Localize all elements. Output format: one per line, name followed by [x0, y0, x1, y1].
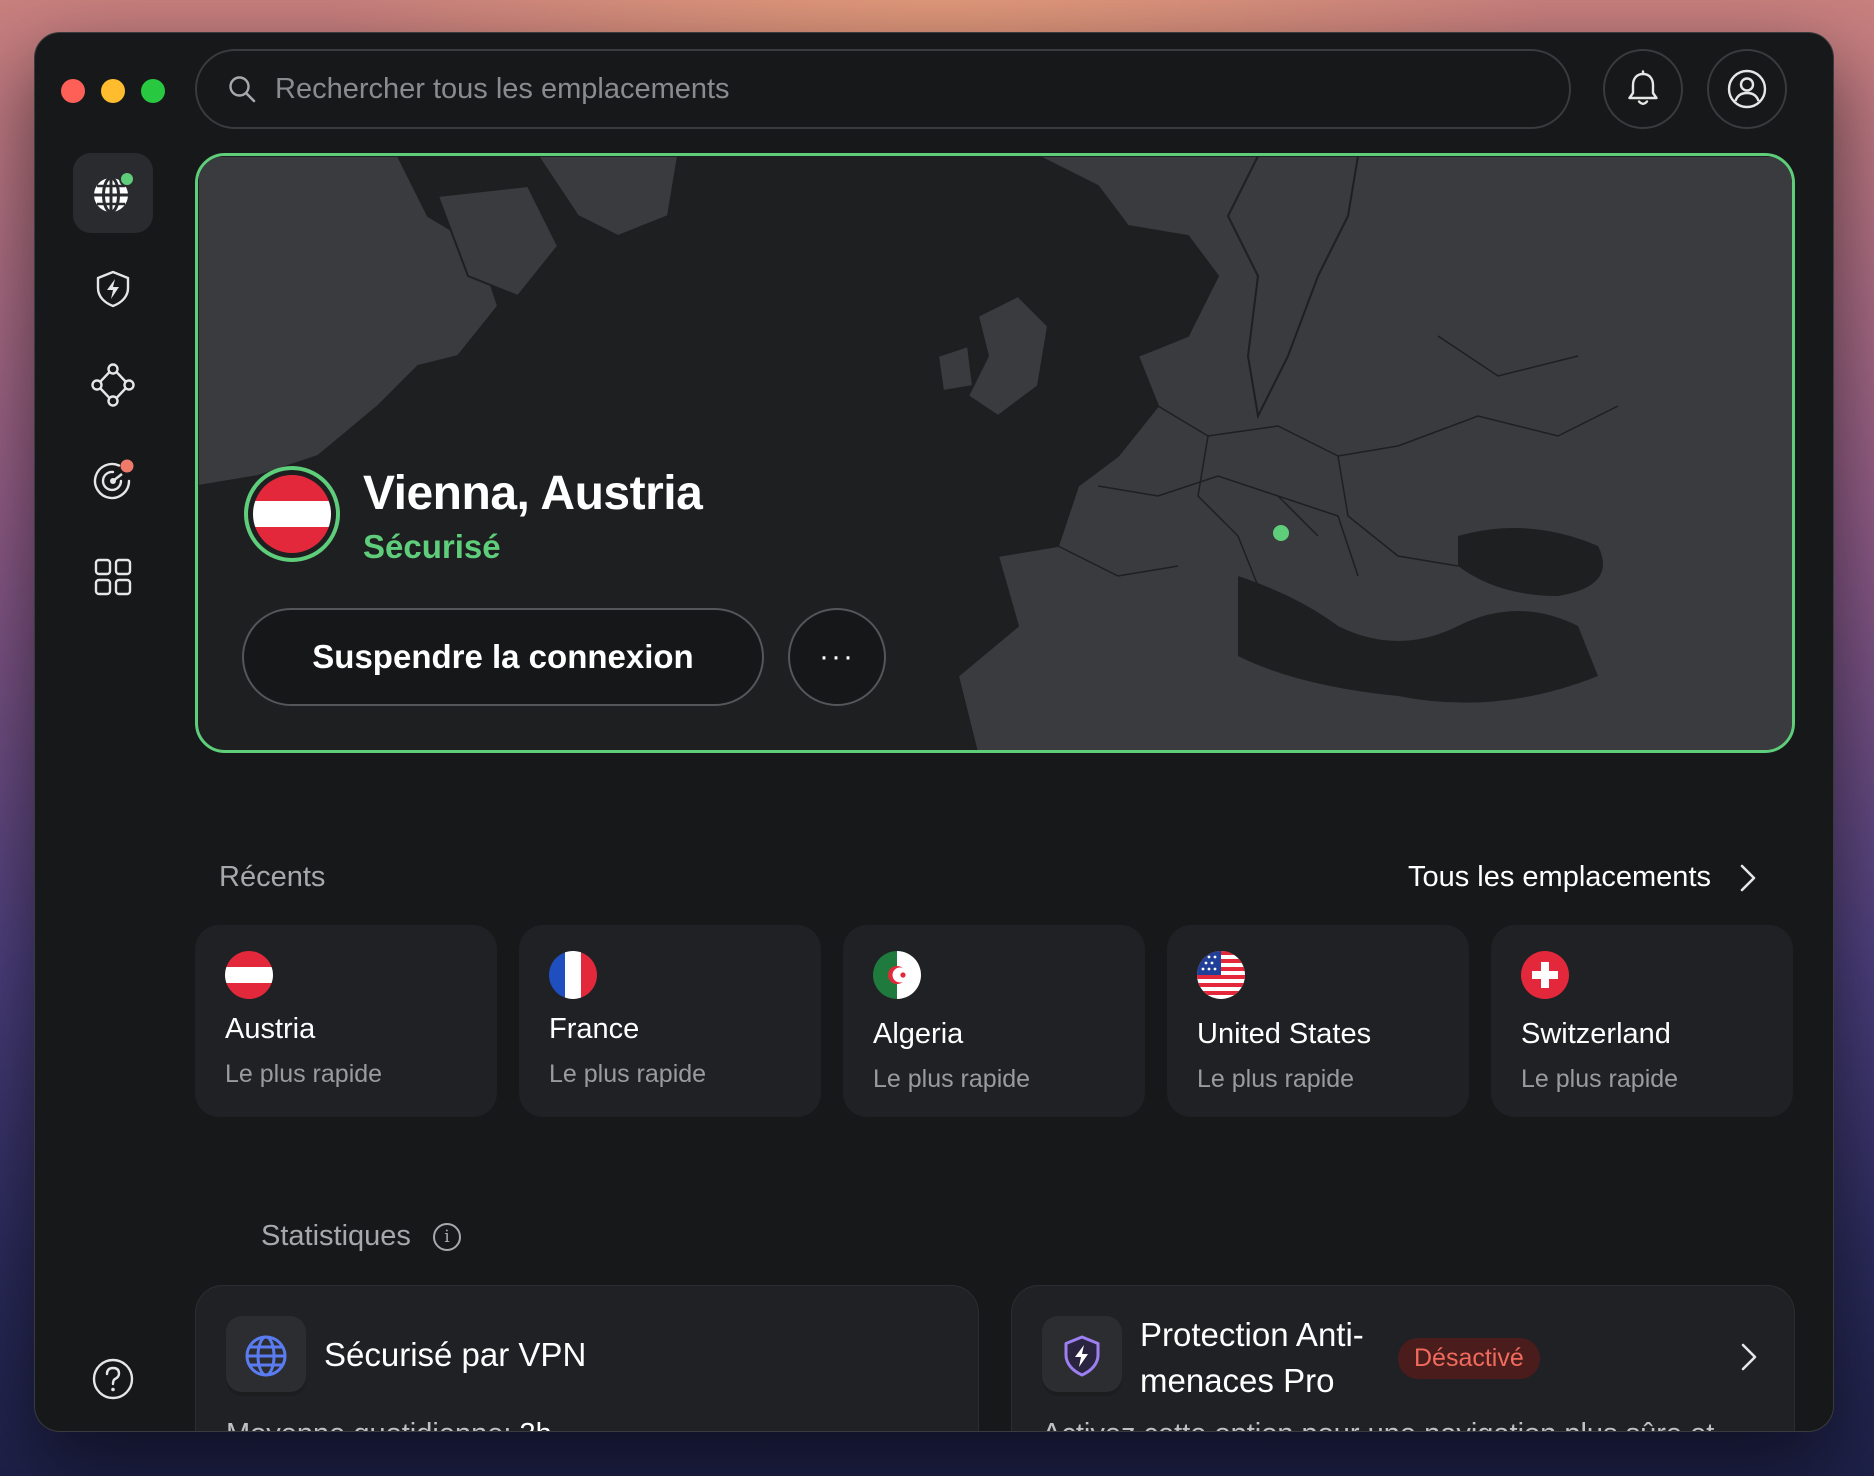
daily-average: Moyenne quotidienne: 3h — [226, 1418, 552, 1431]
status-badge: Désactivé — [1398, 1338, 1540, 1379]
sidebar — [73, 153, 153, 633]
chevron-right-icon — [1741, 1343, 1757, 1371]
daily-average-label: Moyenne quotidienne: — [226, 1418, 511, 1431]
location-subtitle: Le plus rapide — [873, 1065, 1031, 1093]
daily-average-value: 3h — [519, 1418, 551, 1431]
austria-flag-icon — [225, 951, 273, 999]
network-icon — [91, 363, 135, 407]
notifications-button[interactable] — [1603, 49, 1683, 129]
recents-list: Austria Le plus rapide France Le plus ra… — [195, 925, 1793, 1117]
chevron-right-icon — [1740, 864, 1756, 891]
statistics-label: Statistiques — [261, 1220, 411, 1252]
vpn-stat-title: Sécurisé par VPN — [324, 1336, 587, 1373]
window-controls — [61, 79, 165, 103]
app-window: Vienna, Austria Sécurisé Suspendre la co… — [34, 32, 1834, 1432]
threat-protection-description: Activez cette option pour une navigation… — [1042, 1418, 1714, 1431]
search-input[interactable] — [275, 72, 1475, 106]
close-window-button[interactable] — [61, 79, 85, 103]
help-button[interactable] — [73, 1339, 153, 1419]
radar-icon — [93, 459, 134, 500]
connection-status: Sécurisé — [363, 528, 501, 565]
location-name: Austria — [225, 1013, 316, 1045]
vpn-stat-card[interactable]: Sécurisé par VPN Moyenne quotidienne: 3h — [195, 1285, 979, 1431]
location-name: Algeria — [873, 1018, 964, 1050]
bell-icon — [1628, 70, 1658, 105]
threat-protection-icon-box — [1042, 1316, 1122, 1396]
more-options-button[interactable]: ··· — [788, 608, 886, 706]
statistics-heading: Statistiques i — [261, 1220, 461, 1253]
threat-title-line-1: Protection Anti- — [1140, 1316, 1364, 1353]
sidebar-item-meshnet[interactable] — [73, 345, 153, 425]
location-name: United States — [1197, 1018, 1372, 1050]
shield-bolt-icon — [96, 270, 130, 308]
location-subtitle: Le plus rapide — [549, 1060, 707, 1088]
location-subtitle: Le plus rapide — [1197, 1065, 1355, 1093]
location-name: France — [549, 1013, 640, 1045]
search-bar[interactable] — [195, 49, 1571, 129]
recent-location-united-states[interactable]: United States Le plus rapide — [1167, 925, 1469, 1117]
account-icon — [1727, 69, 1767, 109]
sidebar-item-vpn[interactable] — [73, 153, 153, 233]
austria-flag — [244, 466, 340, 562]
recent-location-switzerland[interactable]: Switzerland Le plus rapide — [1491, 925, 1793, 1117]
apps-grid-icon — [94, 558, 132, 596]
globe-icon — [245, 1335, 287, 1377]
vpn-stat-icon — [226, 1316, 306, 1396]
connected-location: Vienna, Austria — [363, 467, 703, 520]
france-flag-icon — [549, 951, 597, 999]
minimize-window-button[interactable] — [101, 79, 125, 103]
location-subtitle: Le plus rapide — [1521, 1065, 1679, 1093]
algeria-flag-icon — [873, 951, 921, 999]
shield-bolt-icon — [1064, 1335, 1100, 1377]
sidebar-item-threat-protection[interactable] — [73, 249, 153, 329]
location-name: Switzerland — [1521, 1018, 1671, 1050]
us-flag-icon — [1197, 951, 1245, 999]
sidebar-item-more-apps[interactable] — [73, 537, 153, 617]
recent-location-austria[interactable]: Austria Le plus rapide — [195, 925, 497, 1117]
zoom-window-button[interactable] — [141, 79, 165, 103]
sidebar-item-dark-web-monitor[interactable] — [73, 441, 153, 521]
location-subtitle: Le plus rapide — [225, 1060, 383, 1088]
pause-connection-button[interactable]: Suspendre la connexion — [242, 608, 764, 706]
switzerland-flag-icon — [1521, 951, 1569, 999]
connection-card: Vienna, Austria Sécurisé Suspendre la co… — [195, 153, 1795, 753]
account-button[interactable] — [1707, 49, 1787, 129]
threat-protection-card[interactable]: Protection Anti- menaces Pro Désactivé A… — [1011, 1285, 1795, 1431]
threat-title-line-2: menaces Pro — [1140, 1362, 1335, 1399]
threat-protection-title: Protection Anti- menaces Pro — [1140, 1312, 1364, 1404]
all-locations-label: Tous les emplacements — [1407, 861, 1711, 893]
search-icon — [229, 76, 256, 103]
all-locations-link[interactable]: Tous les emplacements — [1408, 861, 1757, 894]
question-icon — [92, 1358, 134, 1400]
recent-location-france[interactable]: France Le plus rapide — [519, 925, 821, 1117]
info-icon[interactable]: i — [432, 1222, 461, 1251]
recent-location-algeria[interactable]: Algeria Le plus rapide — [843, 925, 1145, 1117]
globe-icon — [94, 171, 135, 214]
recents-heading: Récents — [219, 861, 326, 893]
